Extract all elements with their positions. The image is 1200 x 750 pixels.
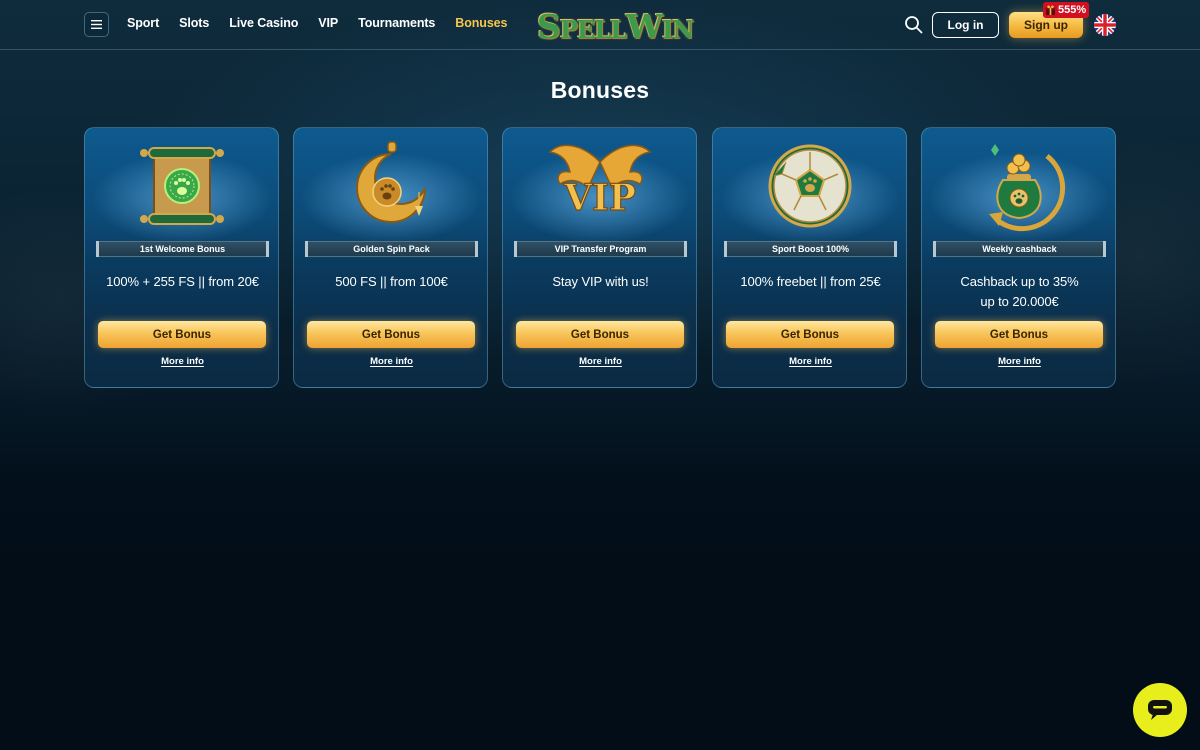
bonus-card-vip-transfer: VIP VIP Transfer Program Stay VIP with u… bbox=[502, 127, 697, 388]
logo-letters: IN bbox=[662, 15, 694, 44]
offer-line: 100% freebet || from 25€ bbox=[740, 274, 881, 289]
promo-badge-text: 555% bbox=[1058, 4, 1087, 16]
get-bonus-button[interactable]: Get Bonus bbox=[307, 321, 475, 348]
offer-line: 500 FS || from 100€ bbox=[335, 274, 448, 289]
bonus-name-label: Weekly cashback bbox=[933, 241, 1106, 257]
get-bonus-button[interactable]: Get Bonus bbox=[726, 321, 894, 348]
offer-line: 100% + 255 FS || from 20€ bbox=[106, 274, 259, 289]
chat-icon bbox=[1148, 700, 1172, 720]
bonus-name-label: 1st Welcome Bonus bbox=[96, 241, 269, 257]
bonus-offer-text: 100% + 255 FS || from 20€ bbox=[91, 272, 274, 292]
offer-line: Cashback up to 35% bbox=[960, 274, 1079, 289]
uk-flag-icon bbox=[1094, 14, 1116, 36]
nav-live-casino[interactable]: Live Casino bbox=[229, 16, 298, 30]
scroll-icon bbox=[140, 147, 224, 225]
offer-line: up to 20.000€ bbox=[980, 294, 1059, 309]
gift-icon bbox=[1045, 5, 1056, 15]
nav-vip[interactable]: VIP bbox=[318, 16, 338, 30]
search-button[interactable] bbox=[904, 15, 923, 34]
logo-letters: PELL bbox=[559, 15, 627, 44]
bonus-offer-text: Cashback up to 35% up to 20.000€ bbox=[928, 272, 1111, 312]
live-chat-button[interactable] bbox=[1133, 683, 1187, 737]
bonus-card-sport-boost: Sport Boost 100% 100% freebet || from 25… bbox=[712, 127, 907, 388]
page-title: Bonuses bbox=[550, 77, 650, 103]
nav-bonuses[interactable]: Bonuses bbox=[455, 16, 507, 30]
nav-tournaments[interactable]: Tournaments bbox=[358, 16, 435, 30]
more-info-link[interactable]: More info bbox=[579, 356, 622, 367]
logo-letter: S bbox=[537, 7, 561, 46]
more-info-link[interactable]: More info bbox=[161, 356, 204, 367]
svg-text:VIP: VIP bbox=[563, 177, 636, 219]
vip-wings-icon: VIP bbox=[548, 144, 652, 220]
bonus-name-label: Golden Spin Pack bbox=[305, 241, 478, 257]
search-icon bbox=[905, 16, 923, 34]
login-button[interactable]: Log in bbox=[932, 12, 999, 38]
bonus-offer-text: 500 FS || from 100€ bbox=[300, 272, 483, 292]
nav-sport[interactable]: Sport bbox=[127, 16, 159, 30]
more-info-link[interactable]: More info bbox=[789, 356, 832, 367]
more-info-row: More info bbox=[922, 356, 1115, 367]
coin-bag-icon bbox=[989, 144, 1066, 232]
main-nav: Sport Slots Live Casino VIP Tournaments … bbox=[127, 16, 527, 30]
bonus-cards: 1st Welcome Bonus 100% + 255 FS || from … bbox=[84, 127, 1116, 388]
more-info-link[interactable]: More info bbox=[370, 356, 413, 367]
bonus-name-label: Sport Boost 100% bbox=[724, 241, 897, 257]
nav-slots[interactable]: Slots bbox=[179, 16, 209, 30]
more-info-row: More info bbox=[713, 356, 906, 367]
bonus-card-welcome: 1st Welcome Bonus 100% + 255 FS || from … bbox=[84, 127, 279, 388]
get-bonus-button[interactable]: Get Bonus bbox=[98, 321, 266, 348]
bonus-offer-text: 100% freebet || from 25€ bbox=[719, 272, 902, 292]
moon-pendant-icon bbox=[356, 141, 426, 223]
bonus-name-label: VIP Transfer Program bbox=[514, 241, 687, 257]
offer-line: Stay VIP with us! bbox=[552, 274, 649, 289]
football-icon bbox=[768, 144, 852, 228]
bonus-offer-text: Stay VIP with us! bbox=[509, 272, 692, 292]
get-bonus-button[interactable]: Get Bonus bbox=[516, 321, 684, 348]
get-bonus-button[interactable]: Get Bonus bbox=[935, 321, 1103, 348]
hamburger-menu-button[interactable] bbox=[84, 12, 109, 37]
menu-icon bbox=[91, 20, 102, 29]
promo-badge: 555% bbox=[1043, 2, 1090, 18]
top-header: Sport Slots Live Casino VIP Tournaments … bbox=[0, 0, 1200, 50]
spellwin-logo[interactable]: SPELLWIN bbox=[537, 6, 694, 48]
language-selector[interactable] bbox=[1094, 14, 1116, 36]
more-info-row: More info bbox=[294, 356, 487, 367]
more-info-link[interactable]: More info bbox=[998, 356, 1041, 367]
bonus-card-golden-spin: Golden Spin Pack 500 FS || from 100€ Get… bbox=[293, 127, 488, 388]
bonus-card-weekly-cashback: Weekly cashback Cashback up to 35% up to… bbox=[921, 127, 1116, 388]
more-info-row: More info bbox=[503, 356, 696, 367]
logo-letter: W bbox=[625, 7, 663, 46]
more-info-row: More info bbox=[85, 356, 278, 367]
